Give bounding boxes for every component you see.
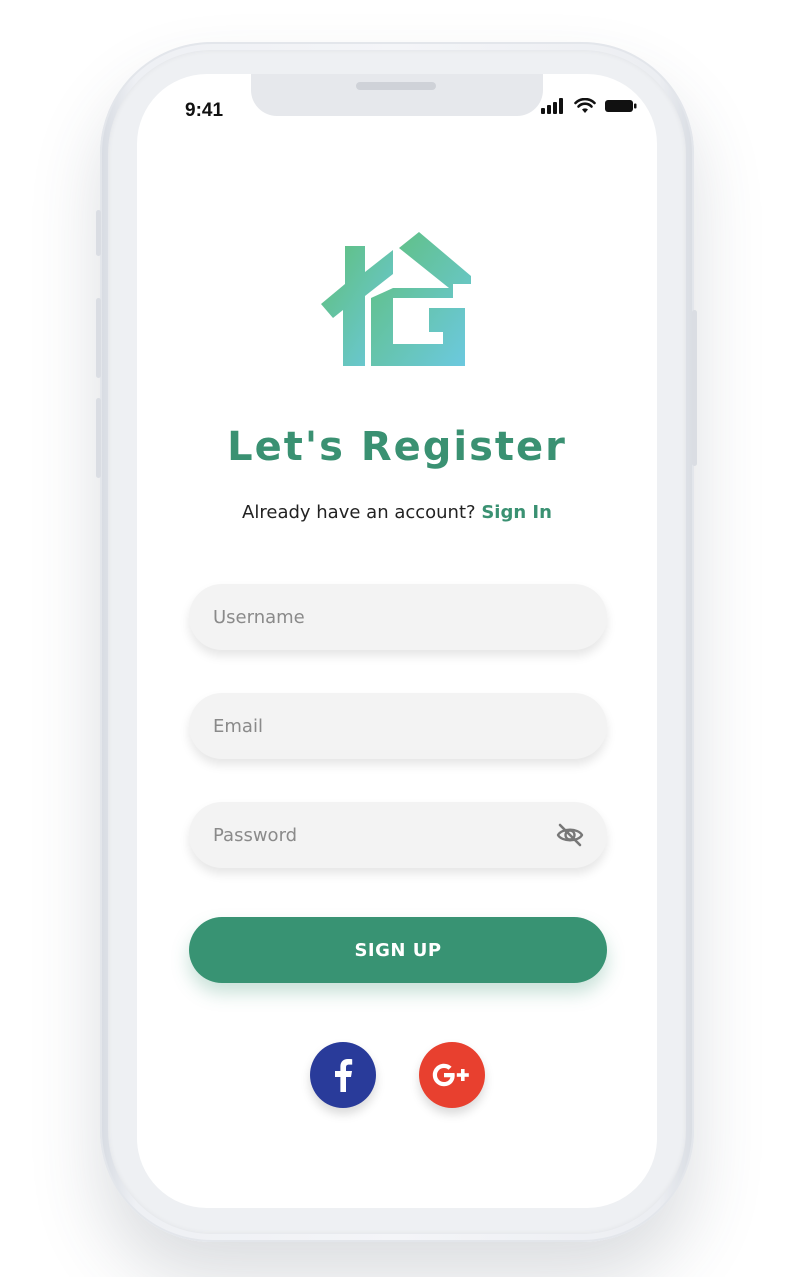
eye-off-icon[interactable] bbox=[555, 820, 585, 850]
battery-icon bbox=[605, 100, 637, 112]
app-stage: 9:41 Let's Register Already have an acco… bbox=[0, 0, 800, 1277]
status-time: 9:41 bbox=[185, 100, 224, 121]
status-icons bbox=[541, 98, 637, 114]
username-input[interactable] bbox=[211, 605, 585, 629]
volume-up-button bbox=[96, 298, 101, 378]
facebook-button[interactable] bbox=[310, 1042, 376, 1108]
page-title: Let's Register bbox=[227, 424, 567, 470]
volume-down-button bbox=[96, 398, 101, 478]
signin-link[interactable]: Sign In bbox=[481, 502, 552, 523]
notch bbox=[251, 74, 543, 116]
password-field[interactable] bbox=[189, 802, 607, 868]
email-input[interactable] bbox=[211, 714, 585, 738]
wifi-icon bbox=[574, 98, 596, 113]
phone-frame: 9:41 Let's Register Already have an acco… bbox=[96, 42, 697, 1242]
facebook-icon bbox=[335, 1059, 353, 1092]
google-plus-button[interactable] bbox=[419, 1042, 485, 1108]
speaker-grille bbox=[356, 82, 436, 90]
signin-prompt-text: Already have an account? bbox=[242, 502, 476, 523]
email-field[interactable] bbox=[189, 693, 607, 759]
signin-prompt: Already have an account? Sign In bbox=[137, 502, 657, 523]
signal-icon bbox=[541, 98, 563, 114]
ig-house-logo bbox=[321, 232, 471, 366]
google-plus-icon bbox=[432, 1063, 469, 1087]
screen: 9:41 Let's Register Already have an acco… bbox=[137, 74, 657, 1208]
password-input[interactable] bbox=[211, 823, 555, 847]
power-button bbox=[692, 310, 697, 466]
sign-up-button[interactable]: SIGN UP bbox=[189, 917, 607, 983]
mute-switch bbox=[96, 210, 101, 256]
username-field[interactable] bbox=[189, 584, 607, 650]
